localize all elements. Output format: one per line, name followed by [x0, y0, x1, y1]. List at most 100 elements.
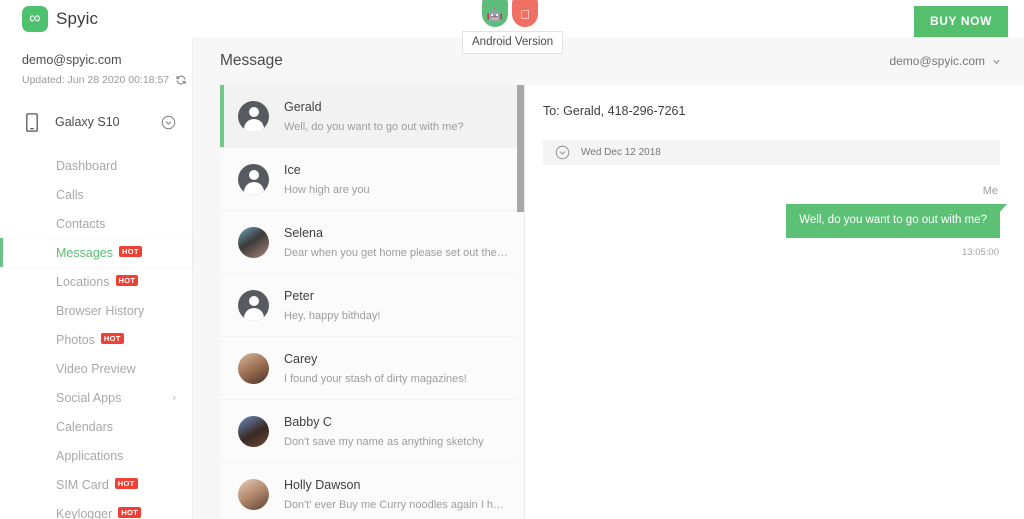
avatar	[238, 289, 269, 321]
sidebar-item-keylogger[interactable]: Keylogger HOT	[0, 499, 192, 519]
refresh-icon[interactable]	[175, 74, 187, 86]
sidebar-item-label: Video Preview	[56, 361, 136, 376]
android-icon: 🤖	[486, 7, 504, 22]
thread-contact-name: Babby C	[284, 414, 332, 429]
sidebar-item-label: Contacts	[56, 216, 106, 231]
message-row: Me Well, do you want to go out with me? 13…	[543, 185, 1007, 258]
thread-list-item[interactable]: Peter Hey, happy bithday!	[220, 274, 524, 337]
thread-contact-name: Selena	[284, 225, 323, 240]
thread-list-item[interactable]: Selena Dear when you get home please set …	[220, 211, 524, 274]
sidebar: demo@spyic.com Updated: Jun 28 2020 00:1…	[0, 37, 193, 519]
sidebar-item-photos[interactable]: Photos HOT	[0, 325, 192, 354]
sidebar-item-calls[interactable]: Calls	[0, 180, 192, 209]
thread-list-item[interactable]: Gerald Well, do you want to go out with m…	[220, 85, 524, 148]
sidebar-item-label: Calls	[56, 187, 84, 202]
avatar	[238, 226, 269, 258]
sidebar-item-label: Browser History	[56, 303, 145, 318]
buy-now-button[interactable]: BUY NOW	[914, 6, 1008, 37]
chevron-down-circle-icon[interactable]	[555, 145, 570, 160]
thread-text: Gerald Well, do you want to go out with m…	[284, 100, 510, 133]
avatar	[238, 352, 269, 384]
top-bar: ∞ Spyic 🤖  Android Version BUY NOW	[0, 0, 1024, 54]
thread-list-item[interactable]: Babby C Don't save my name as anything sk…	[220, 400, 524, 463]
chevron-down-circle-icon[interactable]	[161, 115, 176, 130]
avatar	[238, 478, 269, 510]
spyic-dashboard: ∞ Spyic 🤖  Android Version BUY NOW demo…	[0, 0, 1024, 519]
sidebar-item-label: Dashboard	[56, 158, 118, 173]
chevron-down-icon	[993, 59, 1000, 64]
conversation-recipient: To: Gerald, 418-296-7261	[543, 104, 686, 118]
sidebar-item-label: Applications	[56, 448, 124, 463]
thread-list-container: Gerald Well, do you want to go out with m…	[220, 85, 524, 519]
thread-snippet: I found your stash of dirty magazines!	[284, 372, 467, 385]
conversation-date-header[interactable]: Wed Dec 12 2018	[543, 140, 1000, 165]
sidebar-item-label: Locations	[56, 274, 110, 289]
sidebar-item-browser-history[interactable]: Browser History	[0, 296, 192, 325]
thread-text: Ice How high are you	[284, 163, 510, 196]
hot-badge: HOT	[114, 477, 138, 490]
hot-badge: HOT	[118, 506, 142, 519]
sidebar-item-label: Calendars	[56, 419, 113, 434]
brand-name: Spyic	[56, 8, 99, 28]
thread-list: Gerald Well, do you want to go out with m…	[220, 85, 525, 519]
avatar	[238, 163, 269, 195]
thread-contact-name: Ice	[284, 162, 301, 177]
hot-badge: HOT	[100, 332, 124, 345]
thread-snippet: Well, do you want to go out with me?	[284, 120, 464, 133]
thread-text: Selena Dear when you get home please set …	[284, 226, 510, 259]
android-version-button[interactable]: 🤖	[482, 0, 508, 27]
apple-icon: 	[520, 8, 530, 21]
sidebar-item-label: SIM Card	[56, 477, 109, 492]
message-bubble: Well, do you want to go out with me?	[786, 204, 1007, 238]
sidebar-item-sim-card[interactable]: SIM Card HOT	[0, 470, 192, 499]
sidebar-item-locations[interactable]: Locations HOT	[0, 267, 192, 296]
thread-list-scrollbar[interactable]	[517, 85, 524, 519]
sidebar-item-dashboard[interactable]: Dashboard	[0, 151, 192, 180]
thread-contact-name: Gerald	[284, 99, 322, 114]
thread-snippet: Don't save my name as anything sketchy	[284, 435, 484, 448]
sidebar-item-label: Keylogger	[56, 506, 113, 519]
last-updated-label: Updated: Jun 28 2020 00:18:57	[22, 74, 170, 86]
sidebar-item-contacts[interactable]: Contacts	[0, 209, 192, 238]
thread-contact-name: Peter	[284, 288, 314, 303]
ios-version-button[interactable]: 	[512, 0, 538, 27]
last-updated-row: Updated: Jun 28 2020 00:18:57	[22, 74, 186, 86]
sidebar-item-video-preview[interactable]: Video Preview	[0, 354, 192, 383]
thread-snippet: How high are you	[284, 183, 370, 196]
sidebar-item-social-apps[interactable]: Social Apps ›	[0, 383, 192, 412]
thread-list-scroll-thumb[interactable]	[517, 85, 524, 212]
platform-toggle-group: 🤖 	[482, 0, 538, 27]
hot-badge: HOT	[115, 274, 139, 287]
thread-contact-name: Carey	[284, 351, 318, 366]
device-selector[interactable]: Galaxy S10	[0, 105, 192, 139]
chevron-right-icon: ›	[172, 391, 176, 404]
sidebar-item-messages[interactable]: Messages HOT	[0, 238, 192, 267]
thread-list-item[interactable]: Holly Dawson Don't' ever Buy me Curry noo…	[220, 463, 524, 519]
thread-text: Peter Hey, happy bithday!	[284, 289, 510, 322]
conversation-date-label: Wed Dec 12 2018	[581, 147, 661, 158]
sidebar-item-label: Messages	[56, 245, 113, 260]
brand-logo[interactable]: ∞ Spyic	[0, 5, 99, 32]
platform-tooltip: Android Version	[462, 31, 564, 54]
account-menu[interactable]: demo@spyic.com	[889, 54, 1002, 68]
account-menu-label: demo@spyic.com	[889, 54, 985, 68]
message-timestamp: 13:05:00	[962, 246, 999, 258]
sidebar-item-calendars[interactable]: Calendars	[0, 412, 192, 441]
thread-snippet: Dear when you get home please set out th…	[284, 246, 510, 259]
message-bubble-list: Me Well, do you want to go out with me? 13…	[543, 185, 1007, 258]
device-name: Galaxy S10	[55, 115, 120, 129]
page-title: Message	[220, 52, 283, 69]
content-area: Message demo@spyic.com Gerald Well, do yo…	[193, 37, 1024, 519]
sidebar-item-label: Social Apps	[56, 390, 122, 405]
thread-contact-name: Holly Dawson	[284, 477, 361, 492]
thread-text: Holly Dawson Don't' ever Buy me Curry noo…	[284, 478, 510, 511]
thread-snippet: Hey, happy bithday!	[284, 309, 381, 322]
avatar	[238, 100, 269, 132]
sidebar-nav: Dashboard Calls Contacts Messages HOT Locatio…	[0, 151, 192, 519]
thread-text: Carey I found your stash of dirty magazin…	[284, 352, 510, 385]
thread-list-item[interactable]: Ice How high are you	[220, 148, 524, 211]
infinity-logo-icon: ∞	[22, 5, 48, 32]
thread-list-item[interactable]: Carey I found your stash of dirty magazin…	[220, 337, 524, 400]
hot-badge: HOT	[118, 245, 142, 258]
sidebar-item-applications[interactable]: Applications	[0, 441, 192, 470]
